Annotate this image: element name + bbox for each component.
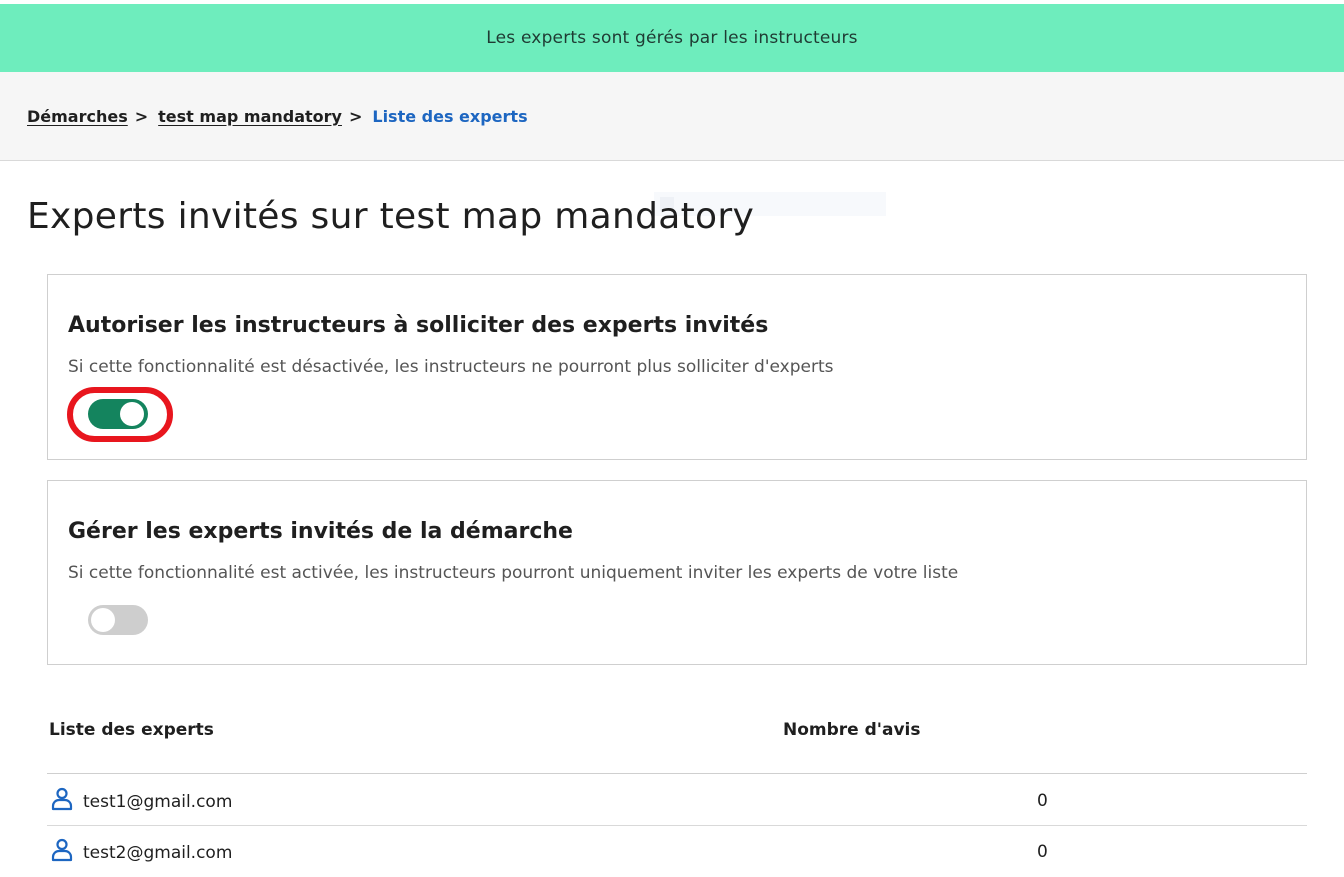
page-title: Experts invités sur test map mandatory — [27, 196, 755, 237]
banner-message: Les experts sont gérés par les instructe… — [486, 28, 858, 48]
manage-experts-toggle[interactable] — [88, 605, 148, 635]
breadcrumb-separator: > — [134, 106, 149, 126]
setting-card-allow-experts: Autoriser les instructeurs à solliciter … — [47, 274, 1307, 460]
table-row: test2@gmail.com 0 — [47, 826, 1307, 877]
experts-table-header: Liste des experts Nombre d'avis — [47, 700, 1307, 774]
table-row: test1@gmail.com 0 — [47, 775, 1307, 826]
expert-email: test1@gmail.com — [83, 792, 233, 812]
toggle-knob — [91, 608, 115, 632]
allow-experts-toggle[interactable] — [88, 399, 148, 429]
column-header-avis-count: Nombre d'avis — [783, 720, 921, 740]
avis-count: 0 — [1037, 842, 1048, 862]
setting-title: Autoriser les instructeurs à solliciter … — [68, 313, 769, 338]
breadcrumb-link-demarches[interactable]: Démarches — [27, 107, 128, 126]
expert-email: test2@gmail.com — [83, 843, 233, 863]
user-icon — [51, 838, 73, 862]
setting-card-manage-experts: Gérer les experts invités de la démarche… — [47, 480, 1307, 665]
setting-title: Gérer les experts invités de la démarche — [68, 519, 573, 544]
user-icon — [51, 787, 73, 811]
setting-description: Si cette fonctionnalité est activée, les… — [68, 563, 959, 583]
column-header-experts: Liste des experts — [49, 720, 214, 740]
info-banner: Les experts sont gérés par les instructe… — [0, 4, 1344, 72]
breadcrumb-current: Liste des experts — [372, 106, 528, 126]
toggle-knob — [120, 402, 144, 426]
avis-count: 0 — [1037, 791, 1048, 811]
breadcrumb-link-procedure[interactable]: test map mandatory — [158, 107, 342, 126]
breadcrumb: Démarches > test map mandatory > Liste d… — [0, 72, 1344, 161]
setting-description: Si cette fonctionnalité est désactivée, … — [68, 357, 834, 377]
breadcrumb-separator: > — [348, 106, 363, 126]
